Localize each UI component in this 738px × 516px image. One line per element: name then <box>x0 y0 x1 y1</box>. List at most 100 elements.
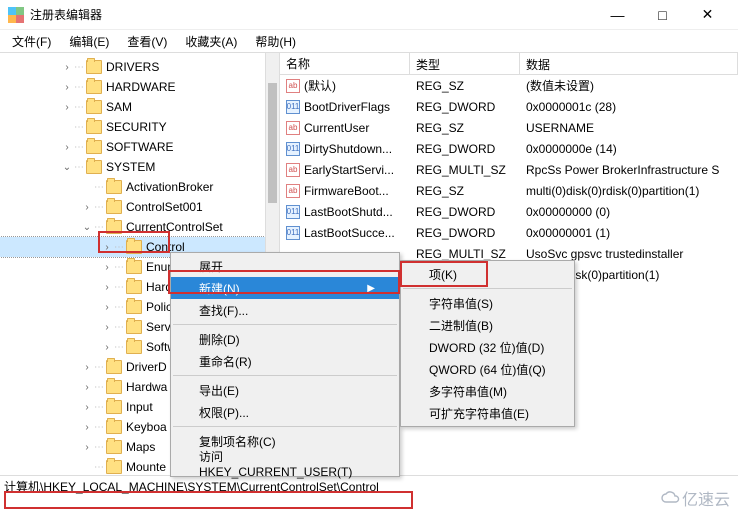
tree-item-label: DriverD <box>126 360 167 374</box>
chevron-right-icon[interactable]: › <box>80 400 94 414</box>
chevron-right-icon[interactable]: › <box>80 360 94 374</box>
context-menu-item[interactable]: 展开 <box>171 255 399 277</box>
folder-icon <box>126 240 142 254</box>
chevron-right-icon[interactable]: › <box>80 380 94 394</box>
folder-icon <box>86 60 102 74</box>
menu-favorites[interactable]: 收藏夹(A) <box>177 31 245 52</box>
folder-icon <box>106 420 122 434</box>
value-row[interactable]: 011LastBootShutd...REG_DWORD0x00000000 (… <box>280 201 738 222</box>
chevron-right-icon[interactable]: › <box>80 420 94 434</box>
tree-item[interactable]: ›⋯DRIVERS <box>0 57 279 77</box>
binary-value-icon: 011 <box>286 142 300 156</box>
context-menu-item[interactable]: 查找(F)... <box>171 299 399 321</box>
col-data[interactable]: 数据 <box>520 53 738 74</box>
chevron-right-icon[interactable]: › <box>80 440 94 454</box>
tree-item-label: Input <box>126 400 153 414</box>
tree-item-label: ControlSet001 <box>126 200 203 214</box>
chevron-down-icon[interactable]: ⌄ <box>60 160 74 174</box>
tree-item-label: SAM <box>106 100 132 114</box>
menu-file[interactable]: 文件(F) <box>4 31 59 52</box>
context-menu-item[interactable]: 新建(N)▶ <box>171 277 399 299</box>
col-name[interactable]: 名称 <box>280 53 410 74</box>
menu-bar: 文件(F) 编辑(E) 查看(V) 收藏夹(A) 帮助(H) <box>0 30 738 52</box>
tree-item[interactable]: ⋯SECURITY <box>0 117 279 137</box>
tree-item-label: ActivationBroker <box>126 180 213 194</box>
chevron-right-icon[interactable]: › <box>60 60 74 74</box>
folder-icon <box>106 400 122 414</box>
context-menu-item[interactable]: 多字符串值(M) <box>401 380 574 402</box>
chevron-right-icon[interactable]: › <box>60 80 74 94</box>
folder-icon <box>106 460 122 474</box>
tree-item[interactable]: ⌄⋯SYSTEM <box>0 157 279 177</box>
chevron-right-icon[interactable]: › <box>100 320 114 334</box>
folder-icon <box>106 200 122 214</box>
window-title: 注册表编辑器 <box>30 6 595 23</box>
folder-icon <box>86 100 102 114</box>
folder-icon <box>86 140 102 154</box>
tree-item-label: SYSTEM <box>106 160 155 174</box>
context-menu-item[interactable]: 权限(P)... <box>171 401 399 423</box>
context-menu-item[interactable]: DWORD (32 位)值(D) <box>401 336 574 358</box>
tree-item-label: Mounte <box>126 460 166 474</box>
value-row[interactable]: 011DirtyShutdown...REG_DWORD0x0000000e (… <box>280 138 738 159</box>
menu-view[interactable]: 查看(V) <box>119 31 175 52</box>
tree-item-label: CurrentControlSet <box>126 220 223 234</box>
title-bar: 注册表编辑器 — □ ✕ <box>0 0 738 30</box>
value-row[interactable]: 011LastBootSucce...REG_DWORD0x00000001 (… <box>280 222 738 243</box>
chevron-right-icon[interactable]: › <box>60 100 74 114</box>
chevron-right-icon[interactable]: › <box>100 280 114 294</box>
context-menu-item[interactable]: 可扩充字符串值(E) <box>401 402 574 424</box>
folder-icon <box>86 80 102 94</box>
tree-item-label: DRIVERS <box>106 60 159 74</box>
context-menu-item[interactable]: 字符串值(S) <box>401 292 574 314</box>
tree-item-label: Hardwa <box>126 380 167 394</box>
chevron-right-icon[interactable]: › <box>80 200 94 214</box>
col-type[interactable]: 类型 <box>410 53 520 74</box>
context-menu-item[interactable]: QWORD (64 位)值(Q) <box>401 358 574 380</box>
context-menu-item[interactable]: 导出(E) <box>171 379 399 401</box>
folder-icon <box>106 380 122 394</box>
value-row[interactable]: abEarlyStartServi...REG_MULTI_SZRpcSs Po… <box>280 159 738 180</box>
value-row[interactable]: ab(默认)REG_SZ(数值未设置) <box>280 75 738 96</box>
tree-item[interactable]: ⌄⋯CurrentControlSet <box>0 217 279 237</box>
tree-item-label: Maps <box>126 440 155 454</box>
context-menu-item[interactable]: 项(K) <box>401 263 574 285</box>
folder-icon <box>106 360 122 374</box>
chevron-down-icon[interactable]: ⌄ <box>80 220 94 234</box>
chevron-right-icon[interactable]: › <box>100 240 114 254</box>
value-row[interactable]: abFirmwareBoot...REG_SZmulti(0)disk(0)rd… <box>280 180 738 201</box>
chevron-right-icon[interactable]: › <box>100 340 114 354</box>
value-row[interactable]: abCurrentUserREG_SZUSERNAME <box>280 117 738 138</box>
tree-item-label: HARDWARE <box>106 80 176 94</box>
minimize-button[interactable]: — <box>595 0 640 30</box>
maximize-button[interactable]: □ <box>640 0 685 30</box>
context-menu-item[interactable]: 二进制值(B) <box>401 314 574 336</box>
chevron-right-icon[interactable]: › <box>100 260 114 274</box>
context-menu-item[interactable]: 删除(D) <box>171 328 399 350</box>
status-path: 计算机\HKEY_LOCAL_MACHINE\SYSTEM\CurrentCon… <box>4 478 379 495</box>
folder-icon <box>106 440 122 454</box>
string-value-icon: ab <box>286 121 300 135</box>
string-value-icon: ab <box>286 79 300 93</box>
tree-item[interactable]: ›⋯HARDWARE <box>0 77 279 97</box>
folder-icon <box>126 300 142 314</box>
tree-item[interactable]: ›⋯SOFTWARE <box>0 137 279 157</box>
close-button[interactable]: ✕ <box>685 0 730 30</box>
menu-edit[interactable]: 编辑(E) <box>61 31 117 52</box>
folder-icon <box>86 120 102 134</box>
value-row[interactable]: 011BootDriverFlagsREG_DWORD0x0000001c (2… <box>280 96 738 117</box>
tree-item-label: SOFTWARE <box>106 140 174 154</box>
folder-icon <box>126 280 142 294</box>
tree-item[interactable]: ⋯ActivationBroker <box>0 177 279 197</box>
chevron-right-icon[interactable]: › <box>100 300 114 314</box>
context-menu-item[interactable]: 访问 HKEY_CURRENT_USER(T) <box>171 452 399 474</box>
string-value-icon: ab <box>286 184 300 198</box>
submenu-arrow-icon: ▶ <box>367 283 375 294</box>
chevron-right-icon[interactable]: › <box>60 140 74 154</box>
context-menu-item[interactable]: 重命名(R) <box>171 350 399 372</box>
folder-icon <box>126 320 142 334</box>
tree-item[interactable]: ›⋯SAM <box>0 97 279 117</box>
tree-item[interactable]: ›⋯ControlSet001 <box>0 197 279 217</box>
menu-help[interactable]: 帮助(H) <box>247 31 304 52</box>
binary-value-icon: 011 <box>286 226 300 240</box>
